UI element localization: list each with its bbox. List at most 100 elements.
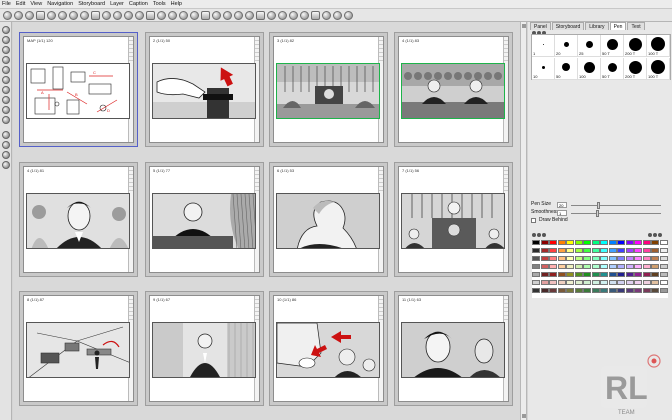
- color-swatch[interactable]: [566, 256, 574, 261]
- toolbar-button-24[interactable]: [256, 11, 265, 20]
- color-swatch[interactable]: [549, 248, 557, 253]
- color-swatch[interactable]: [625, 240, 634, 245]
- pen-preset-8[interactable]: 50: [555, 58, 578, 80]
- pen-preset-7[interactable]: 10: [532, 58, 555, 80]
- color-swatch[interactable]: [659, 288, 668, 293]
- smoothness-slider-knob[interactable]: [596, 210, 599, 217]
- panel-side-button[interactable]: [504, 316, 508, 320]
- color-swatch[interactable]: [651, 288, 659, 293]
- color-swatch[interactable]: [634, 248, 642, 253]
- toolbar-button-13[interactable]: [135, 11, 144, 20]
- scroll-down-arrow-icon[interactable]: [522, 414, 526, 418]
- tool-button-7[interactable]: [2, 86, 10, 94]
- toolbar-button-23[interactable]: [245, 11, 254, 20]
- toolbar-button-21[interactable]: [223, 11, 232, 20]
- color-swatch[interactable]: [634, 264, 642, 269]
- menu-file[interactable]: File: [2, 1, 11, 7]
- color-swatch[interactable]: [625, 288, 634, 293]
- color-swatch[interactable]: [591, 272, 600, 277]
- toolbar-button-2[interactable]: [14, 11, 23, 20]
- color-swatch[interactable]: [532, 240, 540, 245]
- toolbar-button-8[interactable]: [80, 11, 89, 20]
- toolbar-button-20[interactable]: [212, 11, 221, 20]
- color-swatch[interactable]: [617, 248, 625, 253]
- pen-preset-5[interactable]: 200 T: [624, 35, 647, 57]
- color-swatch[interactable]: [617, 280, 625, 285]
- color-swatch[interactable]: [566, 240, 574, 245]
- pen-preset-2[interactable]: 20: [555, 35, 578, 57]
- color-swatch[interactable]: [642, 256, 651, 261]
- panel-side-button[interactable]: [504, 57, 508, 61]
- color-swatch[interactable]: [625, 272, 634, 277]
- color-swatch[interactable]: [651, 264, 659, 269]
- color-swatch[interactable]: [591, 264, 600, 269]
- color-swatch[interactable]: [583, 288, 591, 293]
- color-swatch[interactable]: [583, 248, 591, 253]
- toolbar-button-17[interactable]: [179, 11, 188, 20]
- tab-library[interactable]: Library: [585, 22, 609, 30]
- menu-layer[interactable]: Layer: [110, 1, 124, 7]
- toolbar-button-18[interactable]: [190, 11, 199, 20]
- menu-tools[interactable]: Tools: [153, 1, 166, 7]
- color-swatch[interactable]: [574, 288, 583, 293]
- color-swatch[interactable]: [608, 256, 617, 261]
- color-swatch[interactable]: [557, 272, 566, 277]
- tool-button-11[interactable]: [2, 131, 10, 139]
- color-swatch[interactable]: [566, 248, 574, 253]
- tool-button-4[interactable]: [2, 56, 10, 64]
- toolbar-button-32[interactable]: [344, 11, 353, 20]
- tool-button-1[interactable]: [2, 26, 10, 34]
- color-swatch[interactable]: [566, 288, 574, 293]
- tool-button-5[interactable]: [2, 66, 10, 74]
- pen-preset-11[interactable]: 200 T: [624, 58, 647, 80]
- color-swatch[interactable]: [642, 272, 651, 277]
- color-swatch[interactable]: [574, 280, 583, 285]
- toolbar-button-10[interactable]: [102, 11, 111, 20]
- color-swatch[interactable]: [549, 240, 557, 245]
- color-swatch[interactable]: [600, 272, 608, 277]
- color-swatch[interactable]: [634, 256, 642, 261]
- storyboard-panel[interactable]: MAP (1/1) 120 A B C D: [19, 32, 138, 147]
- pen-preset-1[interactable]: 1: [532, 35, 555, 57]
- color-swatch[interactable]: [557, 256, 566, 261]
- toolbar-button-12[interactable]: [124, 11, 133, 20]
- color-swatch[interactable]: [583, 272, 591, 277]
- color-swatch[interactable]: [625, 280, 634, 285]
- color-swatch[interactable]: [540, 240, 549, 245]
- color-swatch[interactable]: [625, 248, 634, 253]
- color-swatch[interactable]: [540, 288, 549, 293]
- color-swatch[interactable]: [642, 248, 651, 253]
- pen-preset-4[interactable]: 50 T: [601, 35, 624, 57]
- panel-side-button[interactable]: [255, 316, 259, 320]
- color-swatch[interactable]: [642, 288, 651, 293]
- toolbar-button-7[interactable]: [69, 11, 78, 20]
- palette-header-icons[interactable]: [532, 233, 552, 239]
- color-swatch[interactable]: [557, 248, 566, 253]
- color-swatch[interactable]: [608, 272, 617, 277]
- pen-preset-6[interactable]: 100 T: [647, 35, 670, 57]
- color-swatch[interactable]: [549, 256, 557, 261]
- pen-size-slider[interactable]: [571, 202, 661, 209]
- color-swatch[interactable]: [642, 280, 651, 285]
- toolbar-button-11[interactable]: [113, 11, 122, 20]
- menu-help[interactable]: Help: [171, 1, 182, 7]
- color-swatch[interactable]: [625, 264, 634, 269]
- color-swatch[interactable]: [540, 256, 549, 261]
- pen-preset-10[interactable]: 50 T: [601, 58, 624, 80]
- color-swatch[interactable]: [617, 272, 625, 277]
- color-swatch[interactable]: [566, 264, 574, 269]
- color-swatch[interactable]: [557, 288, 566, 293]
- panel-side-button[interactable]: [379, 187, 383, 191]
- color-swatch[interactable]: [583, 256, 591, 261]
- storyboard-panel[interactable]: 5 (1/1) 77: [145, 162, 264, 277]
- menu-storyboard[interactable]: Storyboard: [78, 1, 105, 7]
- color-swatch[interactable]: [532, 264, 540, 269]
- color-swatch[interactable]: [634, 272, 642, 277]
- smoothness-slider[interactable]: [571, 210, 661, 217]
- pen-size-input[interactable]: [557, 202, 567, 208]
- storyboard-panel[interactable]: 8 (1/1) 87: [19, 291, 138, 406]
- pen-size-slider-knob[interactable]: [597, 202, 600, 209]
- color-swatch[interactable]: [591, 248, 600, 253]
- color-swatch[interactable]: [574, 248, 583, 253]
- tab-storyboard[interactable]: Storyboard: [551, 22, 585, 30]
